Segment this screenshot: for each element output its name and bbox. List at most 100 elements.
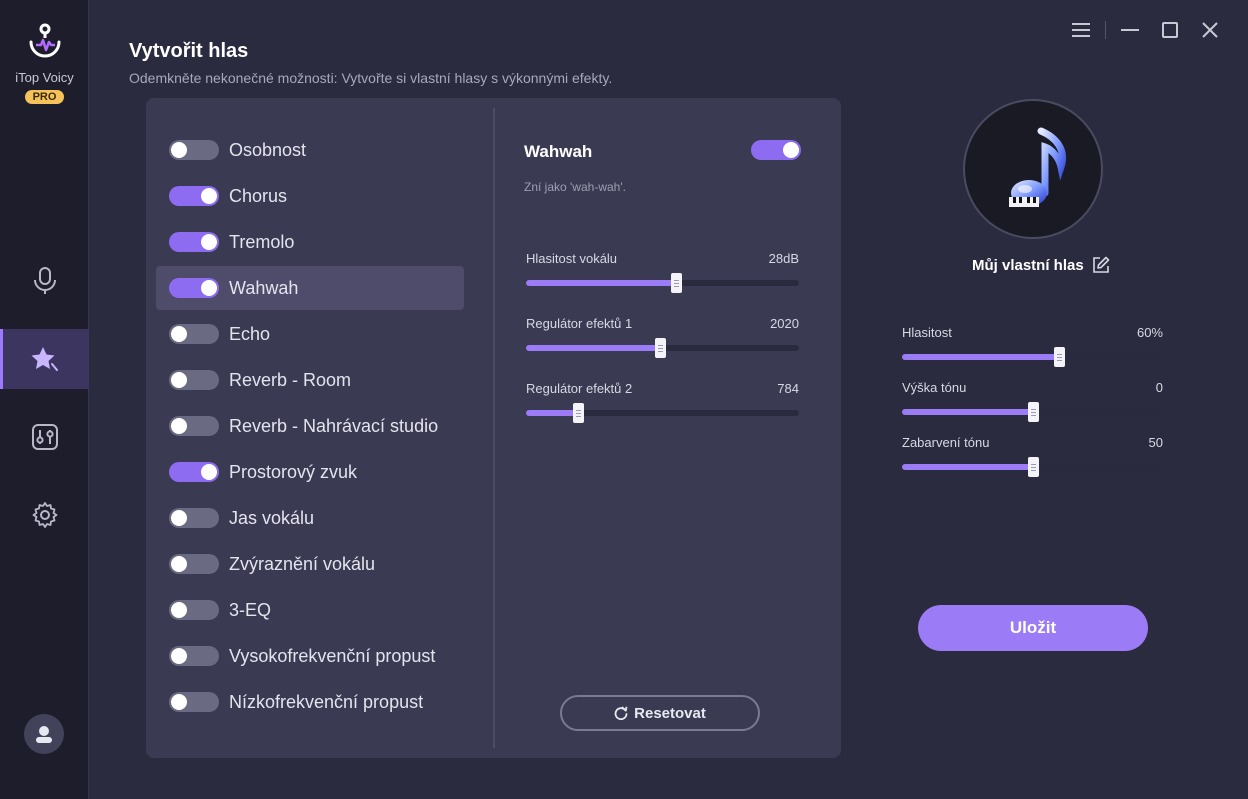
effect-toggle[interactable]	[169, 416, 219, 436]
slider-thumb[interactable]	[654, 338, 666, 358]
nav-voice-changer[interactable]	[0, 251, 89, 311]
effect-toggle[interactable]	[169, 232, 219, 252]
slider-value: 50	[1148, 435, 1163, 450]
effect-label: Reverb - Room	[229, 369, 352, 390]
slider-label: Hlasitost	[902, 325, 952, 340]
toggle-knob	[201, 280, 217, 296]
nav-create-voice[interactable]	[0, 329, 89, 389]
effect-toggle[interactable]	[169, 140, 219, 160]
slider-track[interactable]	[526, 403, 799, 423]
close-button[interactable]	[1190, 18, 1230, 42]
effect-item[interactable]: 3-EQ	[156, 588, 464, 632]
save-button[interactable]: Uložit	[918, 605, 1148, 651]
nav-soundboard[interactable]	[0, 407, 89, 467]
slider-track[interactable]	[902, 347, 1163, 367]
toggle-knob	[171, 142, 187, 158]
music-note-icon	[1009, 127, 1066, 207]
effect-detail-description: Zní jako 'wah-wah'.	[524, 180, 626, 194]
effect-toggle[interactable]	[169, 278, 219, 298]
effect-slider: Hlasitost vokálu 28dB	[526, 251, 799, 293]
toggle-knob	[201, 234, 217, 250]
toggle-knob	[171, 602, 187, 618]
effect-item[interactable]: Tremolo	[156, 220, 464, 264]
effect-item[interactable]: Osobnost	[156, 128, 464, 172]
maximize-button[interactable]	[1150, 18, 1190, 42]
microphone-icon	[33, 267, 56, 294]
user-avatar[interactable]	[24, 714, 64, 754]
effect-detail-toggle[interactable]	[751, 140, 801, 160]
effect-slider: Regulátor efektů 2 784	[526, 381, 799, 423]
slider-value: 28dB	[768, 251, 799, 266]
toggle-knob	[171, 418, 187, 434]
voice-slider: Výška tónu 0	[902, 380, 1163, 422]
effect-item[interactable]: Jas vokálu	[156, 496, 464, 540]
app-name: iTop Voicy	[15, 70, 74, 85]
mixer-icon	[31, 424, 58, 450]
effect-toggle[interactable]	[169, 324, 219, 344]
effect-toggle[interactable]	[169, 600, 219, 620]
effect-item[interactable]: Wahwah	[156, 266, 464, 310]
effect-label: Wahwah	[229, 277, 299, 298]
maximize-icon	[1162, 22, 1178, 38]
slider-value: 0	[1155, 380, 1163, 395]
effect-list: Osobnost Chorus Tremolo Wahwah Echo Reverb - …	[156, 128, 464, 726]
effect-item[interactable]: Chorus	[156, 174, 464, 218]
slider-label: Hlasitost vokálu	[526, 251, 618, 266]
reset-icon	[614, 706, 628, 720]
effect-item[interactable]: Nízkofrekvenční propust	[156, 680, 464, 724]
reset-button[interactable]: Resetovat	[560, 695, 760, 731]
toggle-knob	[171, 694, 187, 710]
slider-header: Výška tónu 0	[902, 380, 1163, 395]
effect-item[interactable]: Zvýraznění vokálu	[156, 542, 464, 586]
minimize-button[interactable]	[1110, 18, 1150, 42]
effect-item[interactable]: Reverb - Room	[156, 358, 464, 402]
effect-item[interactable]: Reverb - Nahrávací studio	[156, 404, 464, 448]
slider-track[interactable]	[526, 273, 799, 293]
slider-label: Výška tónu	[902, 380, 967, 395]
slider-thumb[interactable]	[1027, 457, 1039, 477]
slider-thumb[interactable]	[671, 273, 683, 293]
page-subtitle: Odemkněte nekonečné možnosti: Vytvořte s…	[129, 70, 613, 86]
toggle-knob	[171, 326, 187, 342]
effect-label: Nízkofrekvenční propust	[229, 691, 424, 712]
page-title: Vytvořit hlas	[129, 40, 249, 62]
effect-item[interactable]: Vysokofrekvenční propust	[156, 634, 464, 678]
slider-header: Hlasitost vokálu 28dB	[526, 251, 799, 266]
slider-thumb[interactable]	[1027, 402, 1039, 422]
slider-fill	[526, 280, 677, 286]
effect-toggle[interactable]	[169, 462, 219, 482]
effect-label: Chorus	[229, 185, 288, 206]
toggle-knob	[171, 510, 187, 526]
toggle-knob	[201, 188, 217, 204]
toggle-knob	[783, 142, 799, 158]
nav-settings[interactable]	[0, 485, 89, 545]
effect-label: Prostorový zvuk	[229, 461, 358, 482]
menu-button[interactable]	[1061, 18, 1101, 42]
slider-track[interactable]	[902, 457, 1163, 477]
effect-label: Echo	[229, 323, 271, 344]
slider-track[interactable]	[526, 338, 799, 358]
effect-toggle[interactable]	[169, 370, 219, 390]
effect-toggle[interactable]	[169, 508, 219, 528]
slider-track[interactable]	[902, 402, 1163, 422]
effect-toggle[interactable]	[169, 186, 219, 206]
slider-fill	[902, 409, 1033, 415]
effect-label: Osobnost	[229, 139, 307, 160]
voice-slider: Hlasitost 60%	[902, 325, 1163, 367]
slider-fill	[902, 354, 1059, 360]
effect-toggle[interactable]	[169, 692, 219, 712]
effect-label: Zvýraznění vokálu	[229, 553, 376, 574]
edit-icon[interactable]	[1092, 256, 1110, 274]
slider-thumb[interactable]	[572, 403, 584, 423]
slider-value: 784	[777, 381, 799, 396]
window-controls-divider	[1105, 21, 1106, 39]
slider-value: 2020	[770, 316, 799, 331]
slider-value: 60%	[1136, 325, 1163, 340]
slider-thumb[interactable]	[1053, 347, 1065, 367]
effect-label: Tremolo	[229, 231, 295, 252]
effect-toggle[interactable]	[169, 646, 219, 666]
effect-toggle[interactable]	[169, 554, 219, 574]
effect-item[interactable]: Prostorový zvuk	[156, 450, 464, 494]
toggle-knob	[171, 648, 187, 664]
effect-item[interactable]: Echo	[156, 312, 464, 356]
